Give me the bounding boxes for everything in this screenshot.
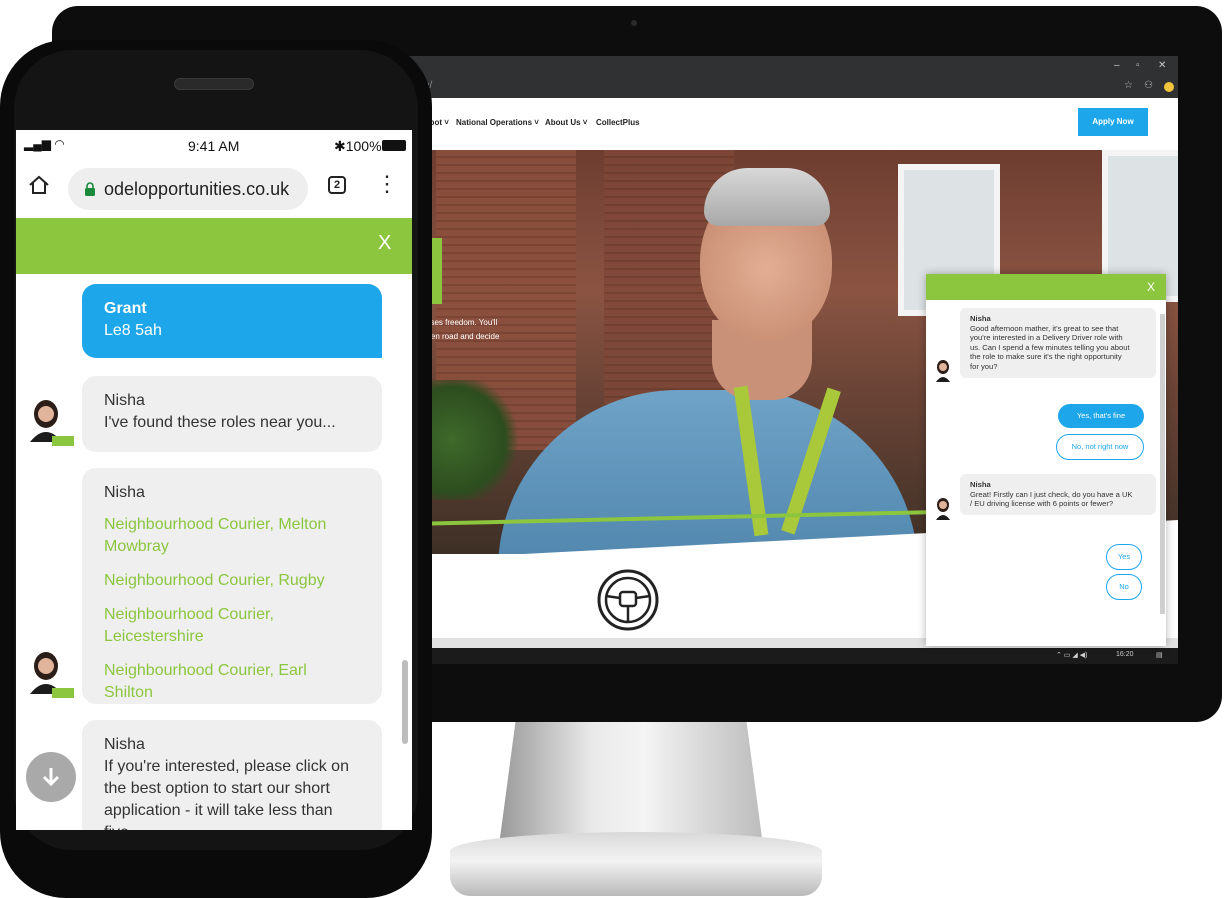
home-icon[interactable] <box>28 174 50 196</box>
agent-message-roles: Nisha Neighbourhood Courier, Melton Mowb… <box>82 468 382 704</box>
agent-avatar <box>30 400 74 446</box>
phone-chat-scrollbar[interactable] <box>402 660 408 744</box>
apply-now-button[interactable]: Apply Now <box>1078 108 1148 136</box>
chat-header: X <box>926 274 1166 300</box>
message-sender: Nisha <box>104 736 145 753</box>
desktop-screen: n/ – ▫ ✕ ☆ ⚇ ...ppot ˅ National Operatio… <box>408 56 1178 664</box>
no-button[interactable]: No <box>1106 574 1142 600</box>
no-not-right-now-button[interactable]: No, not right now <box>1056 434 1144 460</box>
chat-message: Nisha Great! Firstly can I just check, d… <box>960 474 1156 515</box>
hero-person-hair <box>704 168 830 226</box>
mobile-address-bar: odelopportunities.co.uk 2 ⋮ <box>16 160 412 218</box>
role-link[interactable]: Neighbourhood Courier, Melton Mowbray <box>104 514 360 558</box>
nav-item-about-us[interactable]: About Us ˅ <box>545 118 587 127</box>
phone-screen: ▂▄▆ ◠ 9:41 AM ✱100% odelopportunities.co… <box>16 130 412 830</box>
message-text: I've found these roles near you... <box>104 414 336 431</box>
chat-message: Nisha Good afternoon mather, it's great … <box>960 308 1156 378</box>
bookmark-star-icon[interactable]: ☆ <box>1124 80 1133 91</box>
user-message: Grant Le8 5ah <box>82 284 382 358</box>
phone-side-button <box>0 190 2 220</box>
message-sender: Grant <box>104 300 147 317</box>
monitor-camera <box>631 20 637 26</box>
battery-icon <box>382 140 406 151</box>
status-time: 9:41 AM <box>188 138 240 154</box>
message-sender: Nisha <box>970 314 991 323</box>
desktop-chat-widget: X Nisha Good afternoon mather, it's grea… <box>926 274 1166 646</box>
battery-percent: ✱100% <box>334 138 382 154</box>
message-text: If you're interested, please click on th… <box>104 758 349 830</box>
message-line: Great! Firstly can I just check, do you … <box>970 489 1133 499</box>
os-taskbar: ⌃ ▭ ◢ ◀) 16:20 ▤ <box>408 648 1178 664</box>
scroll-down-button[interactable] <box>26 752 76 802</box>
message-line: for you? <box>970 361 998 371</box>
phone-chat-close-button[interactable]: X <box>378 232 391 255</box>
yes-thats-fine-button[interactable]: Yes, that's fine <box>1058 404 1144 428</box>
role-link[interactable]: Neighbourhood Courier, Earl Shilton <box>104 660 360 704</box>
role-link[interactable]: Neighbourhood Courier, Rugby <box>104 570 360 592</box>
role-link[interactable]: Neighbourhood Courier, Leicestershire <box>104 604 360 648</box>
message-sender: Nisha <box>104 484 145 501</box>
message-text: Le8 5ah <box>104 322 162 339</box>
phone-status-bar: ▂▄▆ ◠ 9:41 AM ✱100% <box>16 130 412 160</box>
tray-icons[interactable]: ⌃ ▭ ◢ ◀) <box>1056 651 1087 659</box>
tab-count-button[interactable]: 2 <box>328 176 346 194</box>
nav-item-collectplus[interactable]: CollectPlus <box>596 118 640 127</box>
extension-icon[interactable]: ⚇ <box>1144 80 1153 91</box>
monitor-stand-base <box>450 832 822 896</box>
phone-chat-body: Grant Le8 5ah Nisha I've found these rol… <box>16 274 412 830</box>
restore-icon[interactable]: ▫ <box>1136 60 1140 71</box>
chat-scrollbar[interactable] <box>1160 314 1165 614</box>
more-menu-icon[interactable]: ⋮ <box>376 173 398 195</box>
phone-speaker <box>174 78 254 90</box>
lock-icon <box>85 182 95 196</box>
close-window-icon[interactable]: ✕ <box>1158 60 1166 71</box>
message-line: you're interested in a Delivery Driver r… <box>970 333 1123 343</box>
notification-icon[interactable]: ▤ <box>1156 651 1163 659</box>
url-field[interactable]: odelopportunities.co.uk <box>68 168 308 210</box>
agent-message: Nisha If you're interested, please click… <box>82 720 382 830</box>
message-line: Good afternoon mather, it's great to see… <box>970 323 1119 333</box>
signal-wifi-icon: ▂▄▆ ◠ <box>24 137 65 151</box>
steering-wheel-icon <box>597 569 659 631</box>
phone-chat-header: X <box>16 218 412 274</box>
message-line: the role to make sure it's the right opp… <box>970 352 1122 362</box>
taskbar-clock[interactable]: 16:20 <box>1116 651 1134 658</box>
hero-text-line: open road and decide <box>422 332 500 341</box>
agent-avatar <box>936 498 950 520</box>
message-sender: Nisha <box>970 480 991 489</box>
browser-toolbar: n/ – ▫ ✕ ☆ ⚇ <box>408 56 1178 98</box>
agent-avatar <box>30 652 74 698</box>
message-line: / EU driving license with 6 points or fe… <box>970 499 1114 509</box>
nav-item-national-operations[interactable]: National Operations ˅ <box>456 118 539 127</box>
monitor-stand-neck <box>500 720 762 838</box>
arrow-down-icon <box>42 768 60 787</box>
hero-text-line: mises freedom. You'll <box>422 318 498 327</box>
message-line: us. Can I spend a few minutes telling yo… <box>970 342 1130 352</box>
minimize-icon[interactable]: – <box>1114 60 1120 71</box>
url-text: odelopportunities.co.uk <box>104 179 290 199</box>
agent-message: Nisha I've found these roles near you... <box>82 376 382 452</box>
message-sender: Nisha <box>104 392 145 409</box>
chat-close-button[interactable]: X <box>1147 280 1155 294</box>
profile-icon[interactable] <box>1164 82 1174 92</box>
yes-button[interactable]: Yes <box>1106 544 1142 570</box>
agent-avatar <box>936 360 950 382</box>
site-header: ...ppot ˅ National Operations ˅ About Us… <box>408 98 1178 150</box>
